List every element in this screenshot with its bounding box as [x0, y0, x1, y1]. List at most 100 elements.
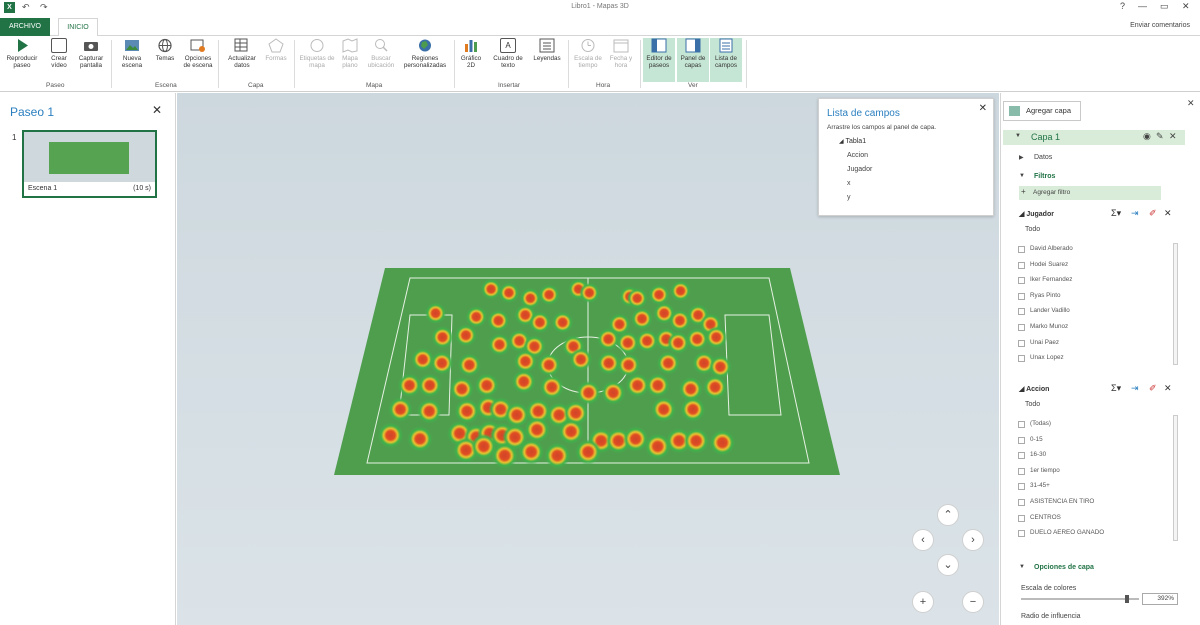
close-layer-pane-icon[interactable]: ✕	[1187, 98, 1195, 109]
close-tour-pane-icon[interactable]: ✕	[152, 103, 162, 117]
action-checkbox[interactable]	[1018, 530, 1025, 538]
clear-filter-icon[interactable]: ✐	[1149, 383, 1157, 394]
clear-filter-icon[interactable]: ✐	[1149, 208, 1157, 219]
chevron-right-icon: ›	[971, 534, 975, 546]
heat-spot	[465, 306, 487, 328]
delete-layer-icon[interactable]: ✕	[1169, 131, 1177, 142]
player-checkbox[interactable]	[1018, 292, 1025, 300]
capture-screen-button[interactable]: Capturar pantalla	[75, 38, 107, 82]
scene-options-icon	[190, 38, 206, 53]
heat-spot	[680, 397, 705, 422]
tilt-up-button[interactable]: ⌃	[937, 504, 959, 526]
timeline-button[interactable]: Escala de tiempo	[572, 38, 604, 82]
color-scale-slider[interactable]	[1021, 595, 1139, 603]
filters-section[interactable]: Filtros	[1034, 173, 1055, 180]
heat-spot	[430, 351, 454, 375]
filter-to-icon[interactable]: ⇥	[1131, 208, 1139, 219]
collapse-triangle-icon: ◢	[839, 139, 844, 145]
add-filter-button[interactable]: + Agregar filtro	[1019, 186, 1161, 200]
heat-spot	[458, 353, 481, 377]
action-checkbox[interactable]	[1018, 421, 1025, 428]
player-checkbox[interactable]	[1018, 308, 1025, 316]
custom-regions-button[interactable]: Regiones personalizadas	[399, 38, 451, 82]
tour-editor-icon	[651, 38, 667, 53]
refresh-data-button[interactable]: Actualizar datos	[224, 38, 260, 82]
find-location-button[interactable]: Buscar ubicación	[364, 38, 398, 82]
layer-pane-button[interactable]: Panel de capas	[677, 38, 709, 82]
field-accion[interactable]: Accion	[847, 152, 868, 159]
themes-button[interactable]: Temas	[150, 38, 180, 82]
layer-options-section[interactable]: Opciones de capa	[1034, 564, 1094, 571]
color-scale-slider-thumb[interactable]	[1125, 595, 1130, 603]
action-checkbox[interactable]	[1018, 467, 1025, 475]
collapse-triangle-icon[interactable]: ▼	[1019, 564, 1025, 570]
player-checkbox[interactable]	[1018, 339, 1025, 347]
create-video-button[interactable]: Crear vídeo	[44, 38, 74, 82]
zoom-out-button[interactable]: −	[962, 591, 984, 613]
send-feedback-link[interactable]: Enviar comentarios	[1130, 22, 1190, 29]
player-list-scrollbar[interactable]	[1173, 243, 1178, 365]
heat-spot	[529, 311, 551, 334]
close-icon[interactable]: ✕	[1182, 1, 1190, 12]
flat-map-button[interactable]: Mapa plano	[337, 38, 363, 82]
legends-button[interactable]: Leyendas	[530, 38, 564, 82]
tab-home[interactable]: INICIO	[58, 18, 98, 37]
action-checkbox[interactable]	[1018, 436, 1025, 444]
date-time-button[interactable]: Fecha y hora	[606, 38, 636, 82]
filter-to-icon[interactable]: ⇥	[1131, 383, 1139, 394]
play-tour-button[interactable]: Reproducir paseo	[2, 38, 42, 82]
chart-2d-button[interactable]: Gráfico 2D	[458, 38, 484, 82]
rotate-right-button[interactable]: ›	[962, 529, 984, 551]
shapes-button[interactable]: Formas	[262, 38, 290, 82]
player-checkbox[interactable]	[1018, 246, 1025, 253]
heat-spot	[455, 324, 477, 347]
player-checkbox[interactable]	[1018, 355, 1025, 363]
eye-icon[interactable]: ◉	[1143, 131, 1151, 142]
field-jugador[interactable]: Jugador	[847, 166, 872, 173]
action-list-scrollbar[interactable]	[1173, 415, 1178, 541]
action-checkbox[interactable]	[1018, 452, 1025, 460]
add-layer-button[interactable]: Agregar capa	[1003, 101, 1081, 121]
data-section[interactable]: Datos	[1034, 154, 1052, 161]
collapse-triangle-icon[interactable]: ▼	[1019, 173, 1025, 179]
zoom-in-button[interactable]: +	[912, 591, 934, 613]
rotate-left-button[interactable]: ‹	[912, 529, 934, 551]
field-y[interactable]: y	[847, 194, 851, 201]
tour-editor-button[interactable]: Editor de paseos	[643, 38, 675, 82]
group-label-scene: Escena	[155, 82, 177, 89]
tilt-down-button[interactable]: ⌄	[937, 554, 959, 576]
minimize-icon[interactable]: —	[1138, 1, 1147, 11]
text-box-button[interactable]: A Cuadro de texto	[488, 38, 528, 82]
tab-file[interactable]: ARCHIVO	[0, 18, 50, 36]
pencil-icon[interactable]: ✎	[1156, 131, 1164, 142]
action-checkbox[interactable]	[1018, 514, 1025, 522]
aggregate-icon[interactable]: Σ▾	[1111, 208, 1121, 219]
layer-header[interactable]: ▼ Capa 1 ◉ ✎ ✕	[1003, 130, 1185, 145]
map-labels-button[interactable]: Etiquetas de mapa	[298, 38, 336, 82]
tour-title: Paseo 1	[10, 105, 55, 119]
player-checkbox[interactable]	[1018, 324, 1025, 331]
remove-filter-icon[interactable]: ✕	[1164, 208, 1172, 219]
expand-triangle-icon[interactable]: ▶	[1019, 154, 1024, 161]
new-scene-button[interactable]: Nueva escena	[116, 38, 148, 82]
remove-filter-icon[interactable]: ✕	[1164, 383, 1172, 394]
maximize-icon[interactable]: ▭	[1160, 1, 1169, 12]
action-checkbox[interactable]	[1018, 499, 1025, 506]
action-filter-title: ◢ Accion	[1019, 386, 1050, 393]
close-field-list-icon[interactable]: ✕	[979, 103, 987, 114]
heat-spot	[597, 351, 621, 375]
player-checkbox[interactable]	[1018, 261, 1025, 269]
aggregate-icon[interactable]: Σ▾	[1111, 383, 1121, 394]
table-node[interactable]: ◢ Tabla1	[839, 138, 866, 145]
heat-spot	[569, 348, 593, 371]
shapes-icon	[268, 38, 284, 53]
player-checkbox[interactable]	[1018, 277, 1025, 285]
action-checkbox[interactable]	[1018, 483, 1025, 491]
scene-options-button[interactable]: Opciones de escena	[182, 38, 214, 82]
field-list-button[interactable]: Lista de campos	[710, 38, 742, 82]
heat-spot	[475, 373, 499, 397]
help-icon[interactable]: ?	[1120, 1, 1125, 11]
scene-thumbnail[interactable]: Escena 1 (10 s)	[22, 130, 157, 198]
field-x[interactable]: x	[847, 180, 851, 187]
color-scale-value[interactable]: 392%	[1142, 593, 1178, 605]
